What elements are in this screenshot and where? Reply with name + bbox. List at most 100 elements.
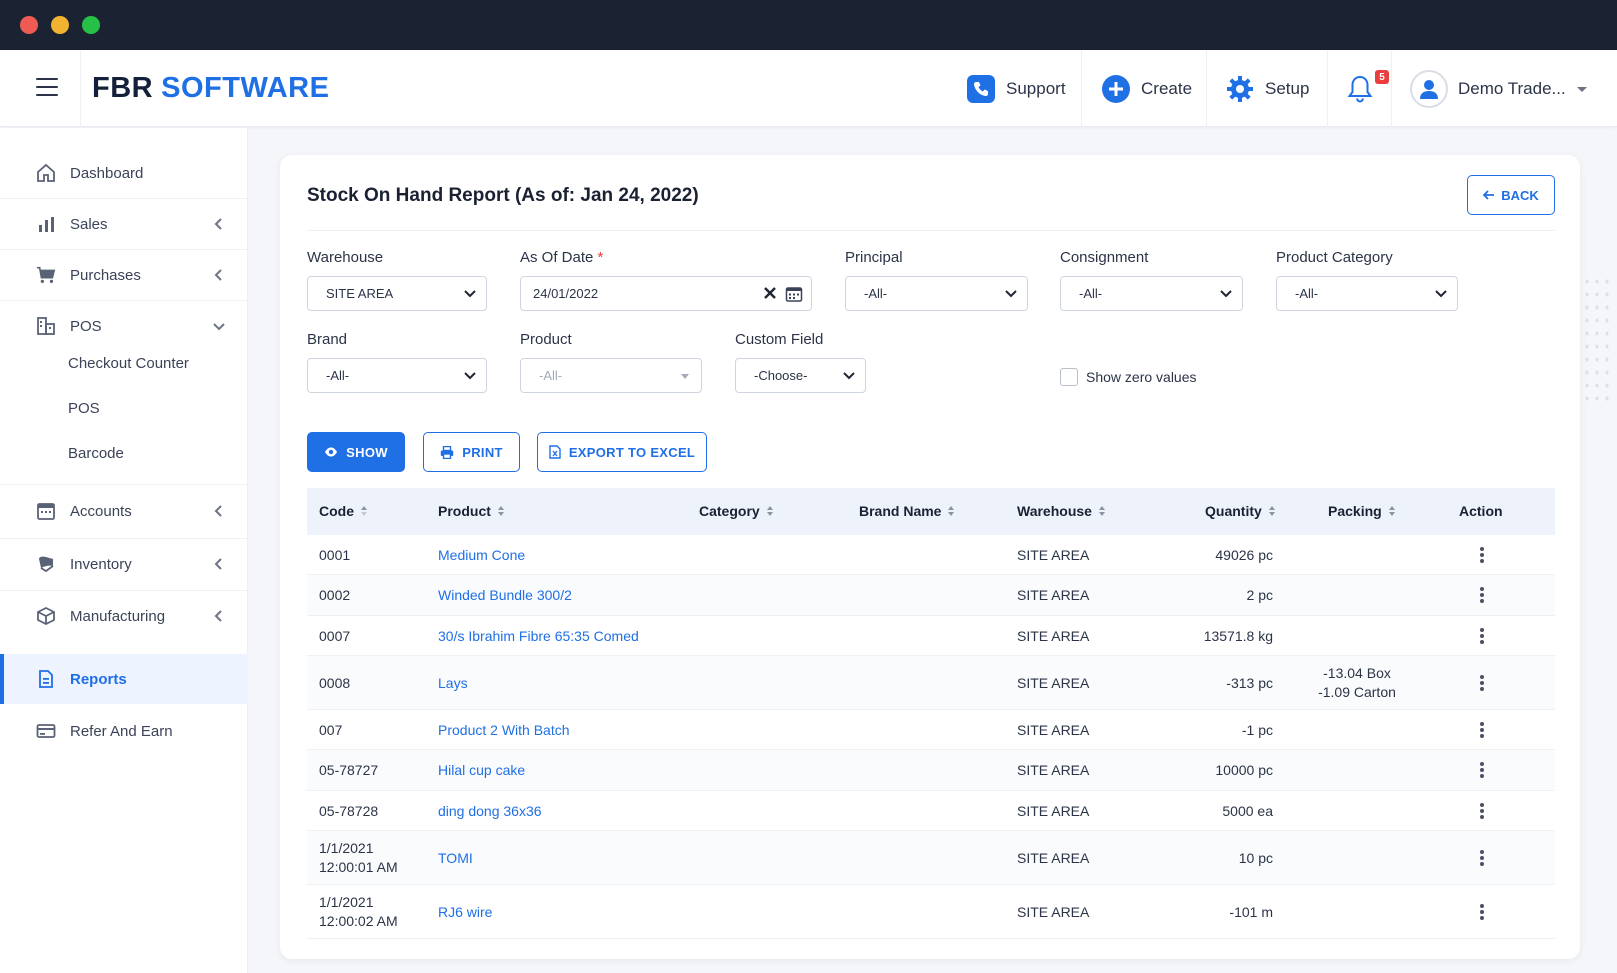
cell-code-time: 12:00:02 AM (319, 913, 398, 929)
sidebar-item-label: Accounts (70, 502, 132, 520)
maximize-window-button[interactable] (82, 16, 100, 34)
consignment-select[interactable]: -All- (1060, 276, 1243, 311)
sidebar-subitem-barcode[interactable]: Barcode (68, 445, 124, 462)
cell-warehouse: SITE AREA (1017, 675, 1090, 691)
brand-name-part2: SOFTWARE (161, 72, 330, 104)
cell-quantity: 5000 ea (1222, 803, 1273, 819)
row-actions-kebab-icon[interactable] (1480, 803, 1484, 819)
product-link[interactable]: RJ6 wire (438, 903, 492, 921)
row-actions-kebab-icon[interactable] (1480, 762, 1484, 778)
sidebar-item-accounts[interactable]: Accounts (0, 486, 248, 536)
bell-icon (1345, 74, 1375, 104)
product-category-label: Product Category (1276, 249, 1393, 266)
column-header-code[interactable]: Code (319, 503, 368, 519)
row-actions-kebab-icon[interactable] (1480, 904, 1484, 920)
custom-field-select[interactable]: -Choose- (735, 358, 866, 393)
product-link[interactable]: TOMI (438, 849, 473, 867)
product-link[interactable]: Medium Cone (438, 546, 525, 564)
row-actions-kebab-icon[interactable] (1480, 850, 1484, 866)
create-button[interactable]: Create (1101, 50, 1192, 127)
setup-label: Setup (1265, 78, 1310, 98)
sidebar-item-manufacturing[interactable]: Manufacturing (0, 591, 248, 641)
row-actions-kebab-icon[interactable] (1480, 722, 1484, 738)
sidebar-subitem-checkout-counter[interactable]: Checkout Counter (68, 355, 189, 372)
product-link[interactable]: Hilal cup cake (438, 761, 525, 779)
minimize-window-button[interactable] (51, 16, 69, 34)
brand-value: -All- (326, 368, 350, 383)
back-label: BACK (1501, 187, 1539, 203)
setup-button[interactable]: Setup (1225, 50, 1309, 127)
table-row: 0008 Lays SITE AREA -313 pc -13.04 Box -… (307, 656, 1555, 710)
product-link[interactable]: 30/s Ibrahim Fibre 65:35 Comed (438, 627, 639, 645)
row-actions-kebab-icon[interactable] (1480, 675, 1484, 691)
sidebar-subitem-pos[interactable]: POS (68, 400, 100, 417)
export-to-excel-button[interactable]: EXPORT TO EXCEL (537, 432, 707, 472)
sidebar-item-dashboard[interactable]: Dashboard (0, 148, 248, 198)
print-button[interactable]: PRINT (423, 432, 520, 472)
sidebar-item-label: Sales (70, 215, 108, 233)
support-button[interactable]: Support (966, 50, 1066, 127)
show-zero-values-checkbox[interactable] (1060, 368, 1078, 386)
avatar (1410, 69, 1448, 108)
column-header-label: Action (1459, 503, 1503, 519)
sidebar-item-label: Reports (70, 670, 127, 688)
box-icon (36, 606, 56, 626)
sidebar-item-pos[interactable]: POS (0, 301, 248, 351)
product-link[interactable]: ding dong 36x36 (438, 802, 542, 820)
sidebar-item-refer-and-earn[interactable]: Refer And Earn (0, 706, 248, 756)
column-header-label: Code (319, 503, 354, 519)
show-button[interactable]: SHOW (307, 432, 405, 472)
column-header-label: Quantity (1205, 503, 1262, 519)
row-actions-kebab-icon[interactable] (1480, 587, 1484, 603)
consignment-label: Consignment (1060, 249, 1149, 266)
user-menu[interactable]: Demo Trade... (1410, 50, 1588, 127)
sidebar-item-sales[interactable]: Sales (0, 199, 248, 249)
show-label: SHOW (346, 444, 388, 460)
as-of-date-label-text: As Of Date (520, 249, 594, 266)
close-window-button[interactable] (20, 16, 38, 34)
product-category-select[interactable]: -All- (1276, 276, 1458, 311)
column-header-action: Action (1459, 503, 1503, 519)
sidebar-item-inventory[interactable]: Inventory (0, 539, 248, 589)
column-header-quantity[interactable]: Quantity (1205, 503, 1276, 519)
warehouse-value: SITE AREA (326, 286, 394, 301)
warehouse-select[interactable]: SITE AREA (307, 276, 487, 311)
column-header-brand-name[interactable]: Brand Name (859, 503, 955, 519)
column-header-product[interactable]: Product (438, 503, 505, 519)
consignment-value: -All- (1079, 286, 1103, 301)
cell-code: 05-78727 (319, 762, 379, 778)
as-of-date-input[interactable]: 24/01/2022 (520, 276, 812, 311)
clear-date-icon[interactable] (763, 286, 777, 300)
back-button[interactable]: BACK (1467, 175, 1555, 215)
principal-select[interactable]: -All- (845, 276, 1028, 311)
product-link[interactable]: Lays (438, 674, 468, 692)
sidebar-item-label: Dashboard (70, 164, 144, 182)
product-link[interactable]: Product 2 With Batch (438, 721, 570, 739)
sidebar-item-purchases[interactable]: Purchases (0, 250, 248, 300)
brand-logo[interactable]: FBR SOFTWARE (92, 72, 329, 105)
cell-warehouse: SITE AREA (1017, 547, 1090, 563)
cell-quantity: 49026 pc (1215, 547, 1273, 563)
nav-divider (1391, 50, 1392, 127)
card-icon (36, 721, 56, 741)
product-label: Product (520, 331, 572, 348)
excel-file-icon (549, 445, 561, 459)
principal-value: -All- (864, 286, 888, 301)
product-select[interactable]: -All- (520, 358, 702, 393)
brand-select[interactable]: -All- (307, 358, 487, 393)
as-of-date-value: 24/01/2022 (533, 286, 599, 301)
sidebar-item-reports[interactable]: Reports (0, 654, 248, 704)
calendar-icon[interactable] (785, 285, 803, 303)
principal-label: Principal (845, 249, 903, 266)
column-header-warehouse[interactable]: Warehouse (1017, 503, 1106, 519)
column-header-packing[interactable]: Packing (1328, 503, 1396, 519)
row-actions-kebab-icon[interactable] (1480, 547, 1484, 563)
column-header-category[interactable]: Category (699, 503, 774, 519)
print-label: PRINT (462, 444, 503, 460)
sort-icon (1098, 506, 1105, 516)
cell-warehouse: SITE AREA (1017, 803, 1090, 819)
hamburger-menu-icon[interactable] (36, 78, 58, 96)
notifications-button[interactable]: 5 (1345, 50, 1389, 127)
row-actions-kebab-icon[interactable] (1480, 628, 1484, 644)
product-link[interactable]: Winded Bundle 300/2 (438, 586, 572, 604)
